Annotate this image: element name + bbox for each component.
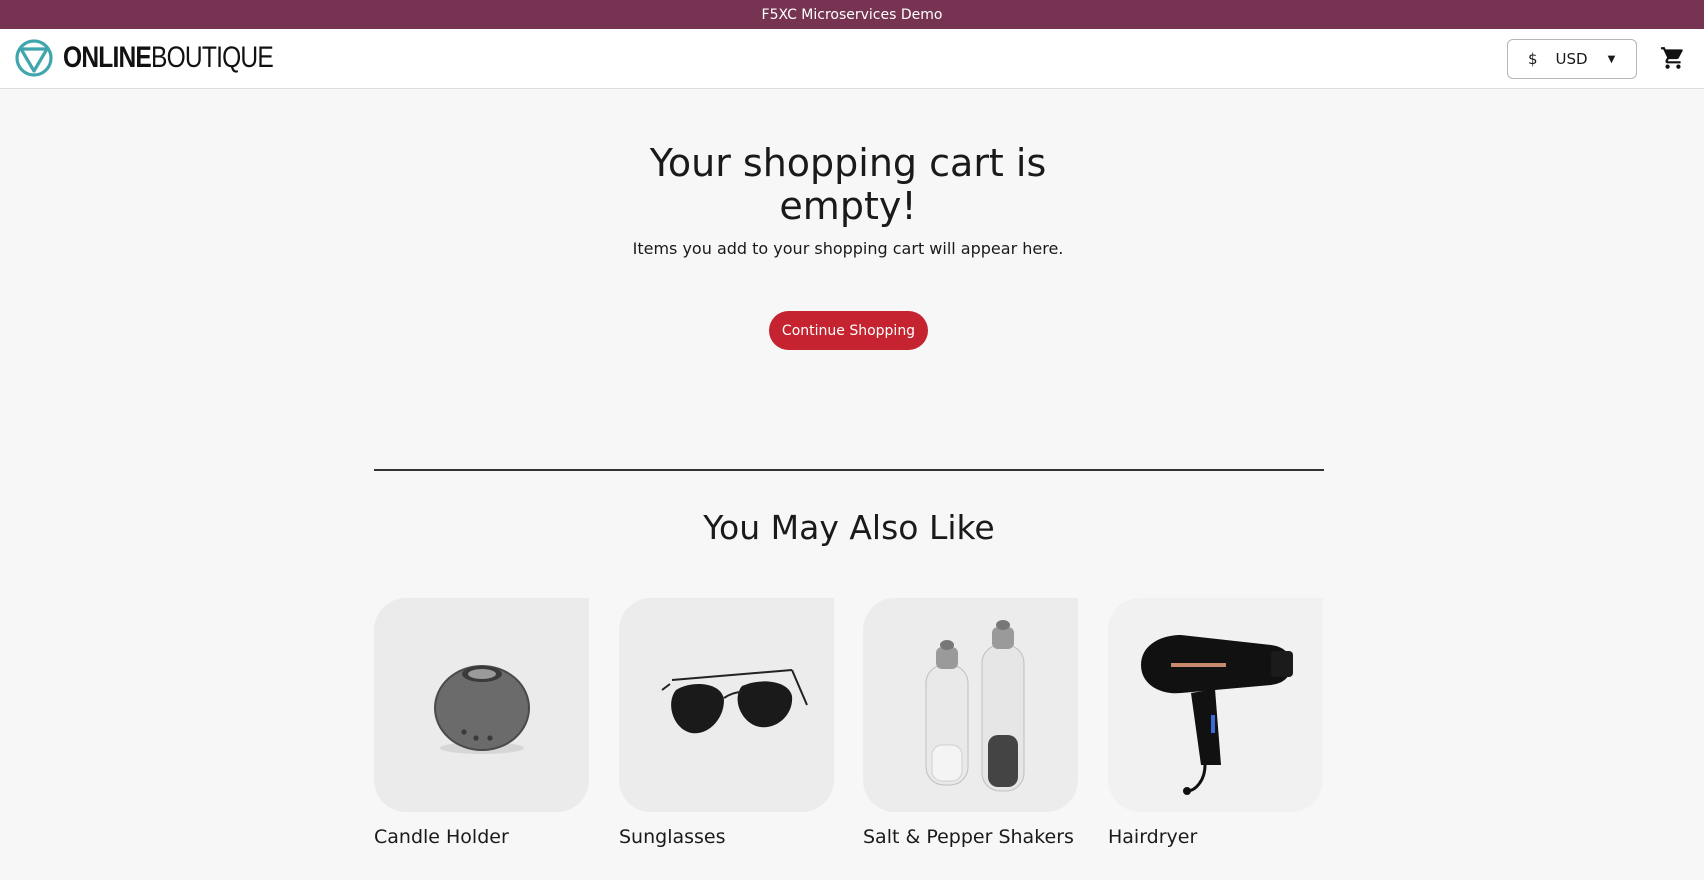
logo-icon [15,39,53,77]
top-banner: F5XC Microservices Demo [0,0,1704,29]
logo-wordmark: ONLINEBOUTIQUE [63,41,274,74]
product-card-candle-holder[interactable]: Candle Holder [374,598,589,848]
banner-text: F5XC Microservices Demo [761,6,943,23]
product-card-salt-pepper-shakers[interactable]: Salt & Pepper Shakers [863,598,1078,848]
section-divider [374,469,1324,471]
product-card-sunglasses[interactable]: Sunglasses [619,598,834,848]
header: ONLINEBOUTIQUE $ USD ▼ [0,29,1704,89]
salt-pepper-shakers-image[interactable] [863,598,1078,812]
cart-icon[interactable] [1660,45,1686,71]
currency-symbol: $ [1528,50,1538,68]
candle-holder-image[interactable] [374,598,589,812]
product-name[interactable]: Salt & Pepper Shakers [863,826,1078,848]
recommendations-title: You May Also Like [703,508,995,547]
product-name[interactable]: Candle Holder [374,826,589,848]
product-card-hairdryer[interactable]: Hairdryer [1108,598,1323,848]
empty-cart-subtitle: Items you add to your shopping cart will… [632,239,1064,258]
sunglasses-image[interactable] [619,598,834,812]
chevron-down-icon: ▼ [1607,53,1616,65]
product-name[interactable]: Sunglasses [619,826,834,848]
hairdryer-image[interactable] [1108,598,1323,812]
logo[interactable]: ONLINEBOUTIQUE [15,38,319,78]
product-name[interactable]: Hairdryer [1108,826,1323,848]
empty-cart-title: Your shopping cart is empty! [649,141,1047,228]
continue-shopping-button[interactable]: Continue Shopping [769,311,928,350]
currency-code: USD [1555,50,1588,68]
currency-selector[interactable]: $ USD ▼ [1507,39,1637,79]
